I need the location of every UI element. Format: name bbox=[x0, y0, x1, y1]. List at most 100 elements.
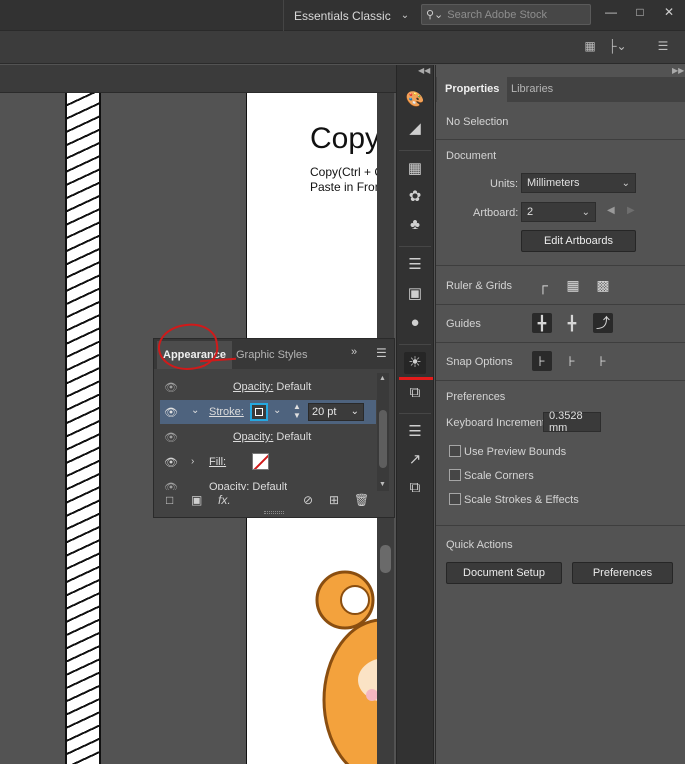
section-divider bbox=[436, 380, 685, 381]
artboard-value: 2 bbox=[527, 206, 534, 218]
graphic-styles-icon[interactable]: ⧉ bbox=[404, 382, 426, 404]
visibility-eye-icon[interactable]: 👁 bbox=[164, 406, 178, 419]
preferences-button[interactable]: Preferences bbox=[572, 562, 673, 584]
snap-to-glyph-icon[interactable]: ⊦ bbox=[593, 351, 613, 371]
chevron-down-icon: ⌄ bbox=[350, 406, 359, 417]
add-stroke-icon[interactable]: □ bbox=[166, 493, 173, 507]
collapse-dock-icon[interactable]: ◀◀ bbox=[418, 66, 430, 75]
stroke-label-text: Stroke: bbox=[209, 406, 244, 418]
fill-label[interactable]: Fill: bbox=[209, 456, 226, 468]
fill-label-text: Fill: bbox=[209, 456, 227, 468]
units-dropdown[interactable]: Millimeters ⌄ bbox=[521, 173, 636, 193]
symbols-icon[interactable]: ♣ bbox=[404, 214, 426, 236]
scroll-up-icon[interactable]: ▲ bbox=[379, 375, 386, 382]
use-preview-bounds-checkbox[interactable] bbox=[449, 445, 461, 457]
expand-panel-icon[interactable]: » bbox=[351, 346, 357, 358]
lock-guides-icon[interactable]: ╋ bbox=[562, 313, 582, 333]
illustrator-window: Essentials Classic ⌄ ⚲⌄ Search Adobe Sto… bbox=[0, 0, 685, 764]
scale-strokes-checkbox[interactable] bbox=[449, 493, 461, 505]
tab-properties[interactable]: Properties bbox=[437, 77, 508, 102]
duplicate-item-icon[interactable]: ⊞ bbox=[329, 493, 339, 507]
keyboard-increment-input[interactable]: 0.3528 mm bbox=[543, 410, 601, 434]
panel-menu-icon[interactable]: ☰ bbox=[376, 346, 387, 360]
opacity-row-2[interactable]: Opacity: Default bbox=[233, 431, 311, 443]
appearance-scroll-thumb[interactable] bbox=[379, 410, 387, 468]
artboards-icon[interactable]: ⧉ bbox=[404, 477, 426, 499]
bear-artwork bbox=[300, 560, 380, 764]
transparency-grid-icon[interactable]: ▩ bbox=[593, 275, 613, 295]
chevron-right-icon[interactable]: › bbox=[191, 456, 194, 467]
opacity-label: Opacity: bbox=[209, 481, 250, 490]
trash-icon[interactable]: 🗑 bbox=[354, 493, 369, 507]
stroke-weight-input[interactable]: 20 pt ⌄ bbox=[308, 403, 364, 421]
preferences-section-title: Preferences bbox=[446, 391, 506, 403]
grid-icon[interactable]: ▦ bbox=[563, 275, 583, 295]
tab-libraries[interactable]: Libraries bbox=[503, 77, 561, 102]
clear-appearance-icon[interactable]: ⊘ bbox=[303, 493, 313, 507]
canvas-scroll-thumb[interactable] bbox=[380, 545, 391, 573]
scroll-down-icon[interactable]: ▼ bbox=[379, 481, 386, 488]
document-setup-button[interactable]: Document Setup bbox=[446, 562, 562, 584]
maximize-icon[interactable]: □ bbox=[631, 4, 649, 20]
layers-icon[interactable]: ☰ bbox=[404, 421, 426, 443]
no-selection-label: No Selection bbox=[446, 116, 509, 128]
workspace-switcher[interactable]: Essentials Classic ⌄ bbox=[283, 0, 413, 31]
scale-corners-checkbox[interactable] bbox=[449, 469, 461, 481]
visibility-eye-icon[interactable]: 👁 bbox=[164, 456, 178, 469]
gradient-icon[interactable]: ▣ bbox=[404, 283, 426, 305]
export-icon[interactable]: ↗ bbox=[404, 449, 426, 471]
show-guides-icon[interactable]: ╋ bbox=[532, 313, 552, 333]
units-value: Millimeters bbox=[527, 177, 580, 189]
scale-strokes-label: Scale Strokes & Effects bbox=[464, 494, 579, 506]
annotation-underline bbox=[399, 377, 433, 380]
stroke-label[interactable]: Stroke: bbox=[209, 406, 244, 418]
snap-to-point-icon[interactable]: ⊦ bbox=[532, 351, 552, 371]
artboard-label: Artboard: bbox=[473, 207, 519, 219]
smart-guides-icon[interactable]: ⤴ bbox=[593, 313, 613, 333]
dock-divider bbox=[399, 246, 431, 247]
add-fill-icon[interactable]: ▣ bbox=[191, 493, 202, 507]
brushes-icon[interactable]: ✿ bbox=[404, 186, 426, 208]
panel-menu-icon[interactable]: ☰ bbox=[655, 39, 671, 55]
keyboard-increment-label: Keyboard Increment: bbox=[446, 417, 549, 429]
chevron-down-icon[interactable]: ⌄ bbox=[191, 405, 199, 416]
previous-artboard-icon[interactable]: ◀ bbox=[607, 205, 615, 216]
arrange-icon[interactable]: ▦ bbox=[582, 39, 598, 55]
artboard-text-line2: Paste in Fron bbox=[310, 180, 382, 194]
snap-to-pixel-icon[interactable]: ⊦ bbox=[562, 351, 582, 371]
visibility-eye-icon[interactable]: 👁 bbox=[164, 381, 178, 394]
stepper-icon[interactable]: ▲ ▼ bbox=[293, 402, 301, 420]
visibility-eye-icon[interactable]: 👁 bbox=[164, 481, 178, 490]
visibility-eye-icon[interactable]: 👁 bbox=[164, 431, 178, 444]
color-palette-icon[interactable]: 🎨 bbox=[404, 89, 426, 111]
appearance-panel-icon[interactable]: ☀ bbox=[404, 352, 426, 374]
next-artboard-icon[interactable]: ▶ bbox=[627, 205, 635, 216]
add-effect-icon[interactable]: fx. bbox=[218, 493, 231, 507]
opacity-row-1[interactable]: Opacity: Default bbox=[233, 381, 311, 393]
artboard-text-line1: Copy(Ctrl + C bbox=[310, 165, 384, 179]
rope-artwork bbox=[65, 93, 101, 764]
panel-resize-grip[interactable] bbox=[264, 511, 284, 514]
expand-panel-icon[interactable]: ▶▶ bbox=[672, 66, 684, 75]
tab-graphic-styles[interactable]: Graphic Styles bbox=[230, 341, 314, 369]
close-icon[interactable]: ✕ bbox=[660, 4, 678, 20]
chevron-down-icon: ⌄ bbox=[581, 206, 590, 218]
align-icon[interactable]: ├⌄ bbox=[608, 39, 627, 55]
chevron-down-icon[interactable]: ⌄ bbox=[273, 405, 281, 416]
minimize-icon[interactable]: — bbox=[602, 4, 620, 20]
artboard-dropdown[interactable]: 2 ⌄ bbox=[521, 202, 596, 222]
fill-none-swatch[interactable] bbox=[252, 453, 269, 470]
section-divider bbox=[436, 525, 685, 526]
keyboard-increment-value: 0.3528 mm bbox=[549, 410, 583, 434]
color-guide-icon[interactable]: ◢ bbox=[404, 118, 426, 140]
transparency-icon[interactable]: ● bbox=[404, 312, 426, 334]
swatches-icon[interactable]: ▦ bbox=[404, 158, 426, 180]
section-divider bbox=[436, 304, 685, 305]
opacity-value: Default bbox=[252, 481, 288, 490]
rulers-icon[interactable]: ┌ bbox=[533, 275, 553, 295]
stroke-panel-icon[interactable]: ☰ bbox=[404, 254, 426, 276]
search-icon: ⚲⌄ bbox=[426, 9, 444, 21]
edit-artboards-button[interactable]: Edit Artboards bbox=[521, 230, 636, 252]
opacity-row-3[interactable]: Opacity: Default bbox=[209, 481, 287, 490]
search-stock-input[interactable]: ⚲⌄ Search Adobe Stock bbox=[421, 4, 591, 25]
